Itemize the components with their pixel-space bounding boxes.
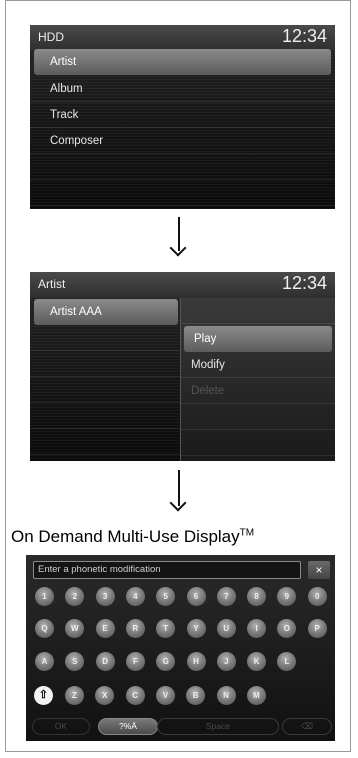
space-button: Space bbox=[157, 718, 279, 735]
key-i[interactable]: I bbox=[247, 619, 267, 638]
empty-row bbox=[30, 351, 180, 377]
keyboard-screen: Enter a phonetic modification × 12345678… bbox=[26, 555, 335, 741]
menu-item-label: Composer bbox=[50, 135, 104, 147]
key-s[interactable]: S bbox=[65, 652, 85, 671]
key-2[interactable]: 2 bbox=[65, 587, 85, 606]
context-item-label: Modify bbox=[191, 359, 225, 371]
shift-key[interactable]: ⇧ bbox=[34, 686, 53, 705]
context-menu: Play Modify Delete bbox=[180, 298, 335, 461]
phonetic-input[interactable]: Enter a phonetic modification bbox=[33, 561, 301, 579]
empty-row bbox=[30, 325, 180, 351]
hdd-menu-screen: HDD 12:34 Artist Album Track Composer bbox=[30, 25, 335, 209]
key-f[interactable]: F bbox=[125, 652, 145, 671]
menu-item-label: Track bbox=[50, 109, 79, 121]
key-a[interactable]: A bbox=[35, 652, 54, 671]
backspace-icon: ⌫ bbox=[300, 721, 314, 731]
context-item-label: Play bbox=[194, 333, 217, 345]
key-y[interactable]: Y bbox=[186, 619, 206, 638]
key-n[interactable]: N bbox=[216, 686, 236, 705]
menu-item-composer[interactable]: Composer bbox=[30, 128, 335, 154]
input-placeholder: Enter a phonetic modification bbox=[38, 564, 161, 575]
key-9[interactable]: 9 bbox=[277, 587, 297, 606]
key-d[interactable]: D bbox=[95, 652, 115, 671]
clock: 12:34 bbox=[281, 26, 327, 46]
empty-row bbox=[30, 429, 180, 455]
key-h[interactable]: H bbox=[186, 652, 206, 671]
ok-button: OK bbox=[32, 718, 90, 735]
key-r[interactable]: R bbox=[125, 619, 145, 638]
empty-row bbox=[30, 377, 180, 403]
screen-title: Artist bbox=[38, 277, 66, 291]
empty-row bbox=[30, 154, 335, 180]
key-e[interactable]: E bbox=[95, 619, 115, 638]
key-z[interactable]: Z bbox=[65, 686, 84, 705]
key-6[interactable]: 6 bbox=[186, 587, 206, 606]
menu-item-label: Album bbox=[50, 83, 83, 95]
figure-caption: On Demand Multi-Use DisplayTM bbox=[11, 527, 254, 547]
empty-row bbox=[30, 403, 180, 429]
key-k[interactable]: K bbox=[247, 652, 267, 671]
clock: 12:34 bbox=[281, 273, 327, 293]
menu-item-album[interactable]: Album bbox=[30, 76, 335, 102]
title-bar: Artist 12:34 bbox=[30, 272, 335, 298]
key-0[interactable]: 0 bbox=[307, 587, 327, 606]
artist-screen: Artist 12:34 Artist AAA Play Modify Dele… bbox=[30, 272, 335, 461]
empty-row bbox=[181, 298, 335, 324]
list-item-label: Artist AAA bbox=[50, 306, 102, 318]
key-m[interactable]: M bbox=[246, 686, 266, 705]
menu-item-label: Artist bbox=[50, 56, 77, 68]
caption-text: On Demand Multi-Use Display bbox=[11, 527, 240, 546]
list-item-artist-aaa[interactable]: Artist AAA bbox=[34, 299, 178, 325]
key-3[interactable]: 3 bbox=[95, 587, 115, 606]
context-item-modify[interactable]: Modify bbox=[181, 352, 335, 378]
key-u[interactable]: U bbox=[216, 619, 236, 638]
key-w[interactable]: W bbox=[65, 619, 85, 638]
context-item-delete: Delete bbox=[181, 378, 335, 404]
context-item-play[interactable]: Play bbox=[184, 326, 332, 352]
key-l[interactable]: L bbox=[277, 652, 297, 671]
key-o[interactable]: O bbox=[277, 619, 297, 638]
key-7[interactable]: 7 bbox=[216, 587, 236, 606]
key-g[interactable]: G bbox=[156, 652, 176, 671]
screen-title: HDD bbox=[38, 30, 64, 44]
empty-row bbox=[181, 404, 335, 430]
context-item-label: Delete bbox=[191, 385, 225, 397]
key-1[interactable]: 1 bbox=[35, 587, 54, 606]
menu-item-artist[interactable]: Artist bbox=[34, 49, 331, 75]
key-x[interactable]: X bbox=[95, 686, 115, 705]
key-8[interactable]: 8 bbox=[247, 587, 267, 606]
key-t[interactable]: T bbox=[156, 619, 176, 638]
backspace-button: ⌫ bbox=[282, 718, 332, 735]
menu-item-track[interactable]: Track bbox=[30, 102, 335, 128]
symbols-button[interactable]: ?%Ä bbox=[98, 718, 158, 735]
key-j[interactable]: J bbox=[216, 652, 236, 671]
trademark-mark: TM bbox=[239, 527, 255, 539]
key-b[interactable]: B bbox=[186, 686, 206, 705]
key-q[interactable]: Q bbox=[35, 619, 54, 638]
empty-row bbox=[30, 180, 335, 206]
title-bar: HDD 12:34 bbox=[30, 25, 335, 51]
key-p[interactable]: P bbox=[307, 619, 327, 638]
key-c[interactable]: C bbox=[125, 686, 145, 705]
key-5[interactable]: 5 bbox=[156, 587, 176, 606]
empty-row bbox=[181, 430, 335, 456]
close-button[interactable]: × bbox=[308, 561, 330, 579]
key-v[interactable]: V bbox=[155, 686, 175, 705]
key-4[interactable]: 4 bbox=[125, 587, 145, 606]
